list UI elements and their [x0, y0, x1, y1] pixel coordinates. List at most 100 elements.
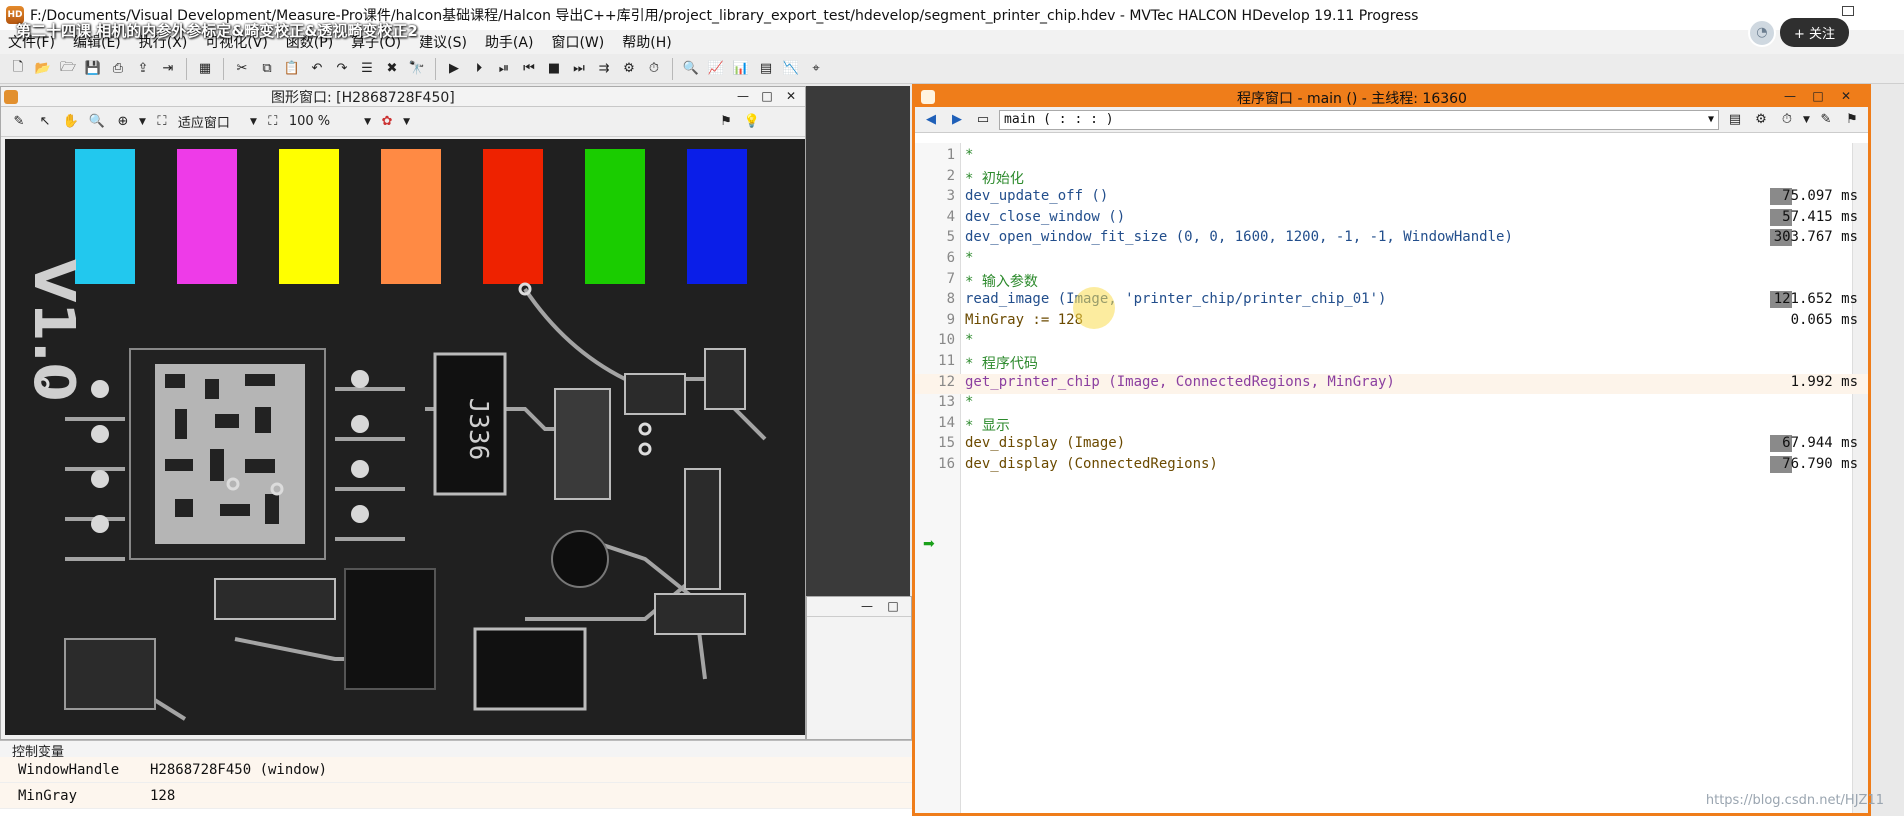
find-icon[interactable]: 🔭 — [407, 59, 427, 79]
maximize-icon[interactable]: □ — [1810, 89, 1826, 103]
chevron-down-icon[interactable]: ▼ — [1708, 114, 1714, 125]
edit-procedure-icon[interactable]: ▤ — [1725, 110, 1745, 130]
fit-window-icon[interactable]: ⛶ — [152, 112, 172, 132]
chevron-down-icon[interactable]: ▼ — [1803, 115, 1810, 125]
code-text: * — [965, 147, 974, 163]
execution-time: 0.065 ms — [1790, 311, 1858, 328]
close-icon[interactable]: ✕ — [783, 89, 799, 103]
procedure-settings-icon[interactable]: ⚙ — [1751, 110, 1771, 130]
activate-icon[interactable]: ☰ — [357, 59, 377, 79]
save-icon[interactable]: 💾 — [83, 59, 103, 79]
menu-help[interactable]: 帮助(H) — [622, 32, 671, 52]
open-file-icon[interactable]: 📂 — [33, 59, 53, 79]
chevron-down-icon[interactable]: ▼ — [139, 117, 146, 127]
inspect-icon[interactable]: 🔍 — [681, 59, 701, 79]
code-line[interactable]: 7 * 输入参数 — [915, 271, 1868, 291]
chevron-down-icon[interactable]: ▼ — [403, 117, 410, 127]
procedure-select[interactable]: main ( : : : ) ▼ — [999, 109, 1719, 130]
deactivate-icon[interactable]: ✖ — [382, 59, 402, 79]
zoom-icon[interactable]: 🔍 — [87, 112, 107, 132]
new-file-icon[interactable]: 🗋 — [8, 59, 28, 79]
menu-assistants[interactable]: 助手(A) — [485, 32, 534, 52]
step-into-icon[interactable]: ⏯ — [494, 59, 514, 79]
redo-icon[interactable]: ↷ — [332, 59, 352, 79]
image-canvas[interactable]: J336 V1.0 — [5, 139, 805, 735]
code-line[interactable]: 10 * — [915, 332, 1868, 352]
close-icon[interactable]: ✕ — [1838, 89, 1854, 103]
timer-icon[interactable]: ⏱ — [1777, 110, 1797, 130]
forward-arrow-icon[interactable]: ▶ — [947, 110, 967, 130]
code-text: dev_display (ConnectedRegions) — [965, 456, 1218, 472]
debug-icon[interactable]: ⚙ — [619, 59, 639, 79]
hand-icon[interactable]: ✋ — [61, 112, 81, 132]
code-line[interactable]: 15 dev_display (Image) 67.944 ms — [915, 435, 1868, 455]
feature-histogram-icon[interactable]: ▤ — [756, 59, 776, 79]
chevron-down-icon[interactable]: ▼ — [250, 117, 257, 127]
minimize-icon[interactable]: — — [735, 89, 751, 103]
print-icon[interactable]: ⎙ — [108, 59, 128, 79]
variable-name: WindowHandle — [18, 761, 120, 778]
menu-suggestions[interactable]: 建议(S) — [419, 32, 467, 52]
back-arrow-icon[interactable]: ◀ — [921, 110, 941, 130]
insert-icon[interactable]: ⇥ — [158, 59, 178, 79]
properties-icon[interactable]: ▦ — [195, 59, 215, 79]
menu-window[interactable]: 窗口(W) — [551, 32, 604, 52]
line-number: 15 — [938, 435, 955, 452]
profiler-icon[interactable]: ⏱ — [644, 59, 664, 79]
code-line[interactable]: 16 dev_display (ConnectedRegions) 76.790 m… — [915, 456, 1868, 476]
maximize-icon[interactable]: □ — [759, 89, 775, 103]
feature-inspection-icon[interactable]: 📉 — [781, 59, 801, 79]
procedure-icon[interactable]: ▭ — [973, 110, 993, 130]
open-folder-icon[interactable]: 🗁 — [58, 59, 78, 79]
code-line[interactable]: 3 dev_update_off () 75.097 ms — [915, 188, 1868, 208]
pointer-icon[interactable]: ↖ — [35, 112, 55, 132]
follow-button[interactable]: + 关注 — [1779, 18, 1849, 47]
variable-row[interactable]: MinGray 128 — [0, 783, 912, 809]
minimize-icon[interactable]: — — [1782, 89, 1798, 103]
code-line[interactable]: 1 * — [915, 147, 1868, 167]
color-palette-icon[interactable]: ✿ — [377, 112, 397, 132]
export-icon[interactable]: ⇪ — [133, 59, 153, 79]
edit-icon[interactable]: ✎ — [9, 112, 29, 132]
run-icon[interactable]: ▶ — [444, 59, 464, 79]
code-line[interactable]: 9 MinGray := 128 0.065 ms — [915, 312, 1868, 332]
zoom-level-dropdown[interactable]: 100 % — [289, 114, 330, 129]
code-editor[interactable]: ➡ 1 * 2 * 初始化 3 dev_update_off () 75.097 ms 4 de… — [915, 143, 1868, 813]
step-over-icon[interactable]: ⏵ — [469, 59, 489, 79]
code-line[interactable]: 6 * — [915, 250, 1868, 270]
zoom-in-icon[interactable]: ⊕ — [113, 112, 133, 132]
code-line[interactable]: 13 * — [915, 394, 1868, 414]
step-out-icon[interactable]: ⏮ — [519, 59, 539, 79]
reset-icon[interactable]: ⏭ — [569, 59, 589, 79]
stop-icon[interactable]: ■ — [544, 59, 564, 79]
minimize-icon[interactable]: — — [859, 599, 875, 613]
code-line[interactable]: 12 get_printer_chip (Image, ConnectedRegi… — [915, 373, 1868, 394]
code-line[interactable]: 2 * 初始化 — [915, 168, 1868, 188]
line-profile-icon[interactable]: 📈 — [706, 59, 726, 79]
code-line[interactable]: 11 * 程序代码 — [915, 353, 1868, 373]
paste-icon[interactable]: 📋 — [282, 59, 302, 79]
brush-icon[interactable]: ✎ — [1816, 110, 1836, 130]
pin-icon[interactable]: ⚑ — [716, 112, 736, 132]
lightbulb-icon[interactable]: 💡 — [742, 112, 762, 132]
code-line[interactable]: 5 dev_open_window_fit_size (0, 0, 1600, 1… — [915, 229, 1868, 249]
code-text: * — [965, 332, 974, 349]
graphics-window-title: 图形窗口: [H2868728F450] — [271, 89, 455, 106]
chevron-down-icon[interactable]: ▼ — [364, 117, 371, 127]
reset-program-icon[interactable]: ⇉ — [594, 59, 614, 79]
maximize-icon[interactable] — [1842, 6, 1854, 16]
execution-time: 76.790 ms — [1782, 456, 1858, 472]
copy-icon[interactable]: ⧉ — [257, 59, 277, 79]
undo-icon[interactable]: ↶ — [307, 59, 327, 79]
variable-row[interactable]: WindowHandle H2868728F450 (window) — [0, 757, 912, 783]
bookmark-icon[interactable]: ⚑ — [1842, 110, 1862, 130]
code-line[interactable]: 8 read_image (Image, 'printer_chip/printe… — [915, 291, 1868, 311]
histogram-icon[interactable]: 📊 — [731, 59, 751, 79]
calibration-icon[interactable]: ⌖ — [806, 59, 826, 79]
cut-icon[interactable]: ✂ — [232, 59, 252, 79]
code-line[interactable]: 4 dev_close_window () 57.415 ms — [915, 208, 1868, 229]
fit-window-dropdown[interactable]: 适应窗口 — [178, 112, 230, 131]
maximize-icon[interactable]: □ — [885, 599, 901, 613]
code-line[interactable]: 14 * 显示 — [915, 415, 1868, 435]
line-number: 9 — [946, 311, 955, 328]
